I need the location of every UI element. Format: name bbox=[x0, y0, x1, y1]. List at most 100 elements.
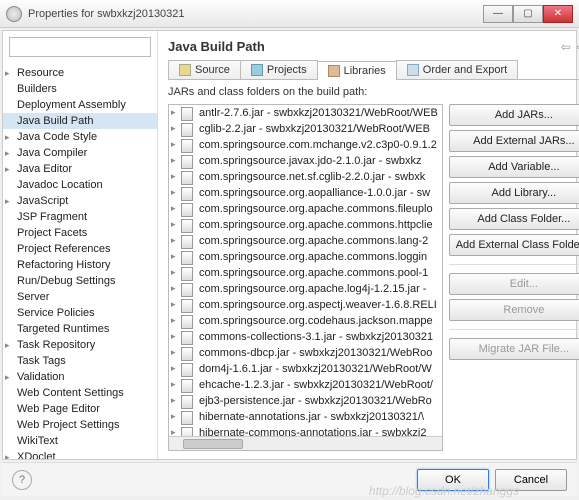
minimize-button[interactable]: — bbox=[483, 5, 513, 23]
jar-entry[interactable]: hibernate-commons-annotations.jar - swbx… bbox=[169, 425, 442, 436]
sidebar-item-project-references[interactable]: Project References bbox=[3, 241, 157, 257]
sidebar-item-javascript[interactable]: ▸JavaScript bbox=[3, 193, 157, 209]
tab-icon bbox=[251, 64, 263, 76]
jar-entry[interactable]: cglib-2.2.jar - swbxkzj20130321/WebRoot/… bbox=[169, 121, 442, 137]
jar-icon bbox=[171, 411, 183, 423]
add-external-jars-button[interactable]: Add External JARs... bbox=[449, 130, 579, 152]
jar-entry[interactable]: com.springsource.net.sf.cglib-2.2.0.jar … bbox=[169, 169, 442, 185]
jar-entry[interactable]: ejb3-persistence.jar - swbxkzj20130321/W… bbox=[169, 393, 442, 409]
jar-entry[interactable]: commons-dbcp.jar - swbxkzj20130321/WebRo… bbox=[169, 345, 442, 361]
jar-icon bbox=[171, 315, 183, 327]
expand-icon[interactable]: ▸ bbox=[5, 148, 14, 157]
jar-label: commons-dbcp.jar - swbxkzj20130321/WebRo… bbox=[199, 347, 432, 359]
jar-label: com.springsource.org.apache.commons.pool… bbox=[199, 267, 428, 279]
help-button[interactable]: ? bbox=[12, 470, 32, 490]
sidebar-item-label: Javadoc Location bbox=[17, 179, 103, 191]
horizontal-scrollbar[interactable] bbox=[169, 436, 442, 450]
expand-icon[interactable]: ▸ bbox=[5, 196, 14, 205]
sidebar-item-wikitext[interactable]: WikiText bbox=[3, 433, 157, 449]
add-external-class-folder-button[interactable]: Add External Class Folder... bbox=[449, 234, 579, 256]
sidebar-item-java-editor[interactable]: ▸Java Editor bbox=[3, 161, 157, 177]
jar-label: antlr-2.7.6.jar - swbxkzj20130321/WebRoo… bbox=[199, 107, 438, 119]
sidebar-item-label: Resource bbox=[17, 67, 64, 79]
sidebar-item-web-project-settings[interactable]: Web Project Settings bbox=[3, 417, 157, 433]
add-jars-button[interactable]: Add JARs... bbox=[449, 104, 579, 126]
sidebar-item-java-code-style[interactable]: ▸Java Code Style bbox=[3, 129, 157, 145]
migrate-jar-file-button: Migrate JAR File... bbox=[449, 338, 579, 360]
sidebar-item-server[interactable]: Server bbox=[3, 289, 157, 305]
sidebar-item-web-page-editor[interactable]: Web Page Editor bbox=[3, 401, 157, 417]
jar-entry[interactable]: com.springsource.org.aopalliance-1.0.0.j… bbox=[169, 185, 442, 201]
jar-entry[interactable]: com.springsource.org.codehaus.jackson.ma… bbox=[169, 313, 442, 329]
sidebar-item-web-content-settings[interactable]: Web Content Settings bbox=[3, 385, 157, 401]
expand-icon[interactable]: ▸ bbox=[5, 452, 14, 459]
sidebar-item-java-build-path[interactable]: Java Build Path bbox=[3, 113, 157, 129]
sidebar-item-label: Builders bbox=[17, 83, 57, 95]
sidebar-item-task-repository[interactable]: ▸Task Repository bbox=[3, 337, 157, 353]
tab-label: Projects bbox=[267, 64, 307, 76]
close-button[interactable]: ✕ bbox=[543, 5, 573, 23]
expand-icon[interactable]: ▸ bbox=[5, 372, 14, 381]
sidebar-item-validation[interactable]: ▸Validation bbox=[3, 369, 157, 385]
sidebar-item-deployment-assembly[interactable]: Deployment Assembly bbox=[3, 97, 157, 113]
jar-entry[interactable]: com.springsource.com.mchange.v2.c3p0-0.9… bbox=[169, 137, 442, 153]
sidebar-item-service-policies[interactable]: Service Policies bbox=[3, 305, 157, 321]
sidebar-item-targeted-runtimes[interactable]: Targeted Runtimes bbox=[3, 321, 157, 337]
jar-entry[interactable]: com.springsource.org.apache.commons.lang… bbox=[169, 233, 442, 249]
tab-icon bbox=[179, 64, 191, 76]
sidebar-item-jsp-fragment[interactable]: JSP Fragment bbox=[3, 209, 157, 225]
jar-entry[interactable]: com.springsource.org.apache.commons.pool… bbox=[169, 265, 442, 281]
tab-order-and-export[interactable]: Order and Export bbox=[396, 60, 518, 79]
jar-entry[interactable]: com.springsource.org.apache.commons.file… bbox=[169, 201, 442, 217]
sidebar-item-javadoc-location[interactable]: Javadoc Location bbox=[3, 177, 157, 193]
edit-button: Edit... bbox=[449, 273, 579, 295]
jar-entry[interactable]: com.springsource.org.apache.log4j-1.2.15… bbox=[169, 281, 442, 297]
sidebar-item-refactoring-history[interactable]: Refactoring History bbox=[3, 257, 157, 273]
jar-icon bbox=[171, 347, 183, 359]
sidebar-item-label: Task Tags bbox=[17, 355, 66, 367]
filter-input[interactable] bbox=[9, 37, 151, 57]
expand-icon[interactable]: ▸ bbox=[5, 68, 14, 77]
expand-icon[interactable]: ▸ bbox=[5, 164, 14, 173]
jar-icon bbox=[171, 139, 183, 151]
page-title: Java Build Path bbox=[168, 39, 555, 54]
nav-back-icon[interactable]: ⇦ bbox=[561, 40, 571, 54]
sidebar-item-project-facets[interactable]: Project Facets bbox=[3, 225, 157, 241]
sidebar-item-run-debug-settings[interactable]: Run/Debug Settings bbox=[3, 273, 157, 289]
tab-source[interactable]: Source bbox=[168, 60, 241, 79]
maximize-button[interactable]: ▢ bbox=[513, 5, 543, 23]
expand-icon[interactable]: ▸ bbox=[5, 340, 14, 349]
jar-entry[interactable]: com.springsource.org.apache.commons.http… bbox=[169, 217, 442, 233]
jar-label: com.springsource.net.sf.cglib-2.2.0.jar … bbox=[199, 171, 425, 183]
tab-projects[interactable]: Projects bbox=[240, 60, 318, 79]
jar-entry[interactable]: antlr-2.7.6.jar - swbxkzj20130321/WebRoo… bbox=[169, 105, 442, 121]
sidebar-item-xdoclet[interactable]: ▸XDoclet bbox=[3, 449, 157, 459]
tab-label: Libraries bbox=[344, 65, 386, 77]
jar-list[interactable]: antlr-2.7.6.jar - swbxkzj20130321/WebRoo… bbox=[168, 104, 443, 451]
jar-entry[interactable]: commons-collections-3.1.jar - swbxkzj201… bbox=[169, 329, 442, 345]
dialog-body: ▸ResourceBuildersDeployment AssemblyJava… bbox=[2, 30, 577, 460]
jar-entry[interactable]: hibernate-annotations.jar - swbxkzj20130… bbox=[169, 409, 442, 425]
expand-icon[interactable]: ▸ bbox=[5, 132, 14, 141]
sidebar-item-builders[interactable]: Builders bbox=[3, 81, 157, 97]
jar-icon bbox=[171, 219, 183, 231]
add-class-folder-button[interactable]: Add Class Folder... bbox=[449, 208, 579, 230]
add-library-button[interactable]: Add Library... bbox=[449, 182, 579, 204]
jar-entry[interactable]: com.springsource.org.apache.commons.logg… bbox=[169, 249, 442, 265]
sidebar-item-label: JavaScript bbox=[17, 195, 68, 207]
jar-entry[interactable]: com.springsource.org.aspectj.weaver-1.6.… bbox=[169, 297, 442, 313]
sidebar-item-task-tags[interactable]: Task Tags bbox=[3, 353, 157, 369]
jar-entry[interactable]: com.springsource.javax.jdo-2.1.0.jar - s… bbox=[169, 153, 442, 169]
jar-entry[interactable]: dom4j-1.6.1.jar - swbxkzj20130321/WebRoo… bbox=[169, 361, 442, 377]
sidebar-item-label: JSP Fragment bbox=[17, 211, 87, 223]
add-variable-button[interactable]: Add Variable... bbox=[449, 156, 579, 178]
jar-icon bbox=[171, 107, 183, 119]
jar-entry[interactable]: ehcache-1.2.3.jar - swbxkzj20130321/WebR… bbox=[169, 377, 442, 393]
jar-icon bbox=[171, 379, 183, 391]
sidebar-item-resource[interactable]: ▸Resource bbox=[3, 65, 157, 81]
tab-libraries[interactable]: Libraries bbox=[317, 61, 397, 80]
tab-icon bbox=[328, 65, 340, 77]
sidebar-item-java-compiler[interactable]: ▸Java Compiler bbox=[3, 145, 157, 161]
category-tree[interactable]: ▸ResourceBuildersDeployment AssemblyJava… bbox=[3, 63, 157, 459]
scrollbar-thumb[interactable] bbox=[183, 439, 243, 449]
